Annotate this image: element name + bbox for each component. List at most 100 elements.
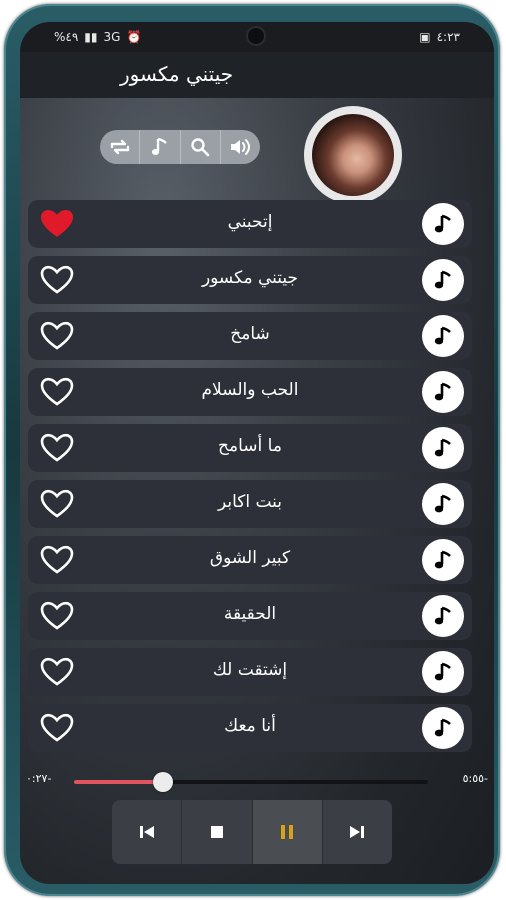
song-title: الحقيقة	[223, 604, 277, 624]
heart-outline-icon	[40, 545, 74, 574]
favorite-button[interactable]	[38, 432, 76, 464]
alarm-icon: ⏰	[126, 30, 142, 44]
notification-icon: ▣	[419, 30, 431, 44]
stop-icon	[210, 826, 223, 838]
play-song-button[interactable]	[422, 259, 464, 301]
play-song-button[interactable]	[422, 371, 464, 413]
list-item[interactable]: إتحبني	[28, 200, 472, 248]
transport-controls	[112, 800, 392, 864]
skip-previous-icon	[139, 826, 154, 838]
list-item[interactable]: إشتقت لك	[28, 648, 472, 696]
play-song-button[interactable]	[422, 203, 464, 245]
next-button[interactable]	[322, 800, 392, 864]
total-time: ٥:٥٥-	[462, 772, 488, 785]
song-title: الحب والسلام	[201, 380, 299, 400]
list-item[interactable]: أنا معك	[28, 704, 472, 752]
heart-outline-icon	[40, 321, 74, 350]
music-note-icon	[434, 550, 451, 569]
music-note-icon	[434, 606, 451, 625]
status-bar: %٤٩ ▮▮ 3G ⏰ ▣ ٤:٢٣	[20, 22, 494, 52]
favorite-button[interactable]	[38, 264, 76, 296]
front-camera	[248, 28, 264, 44]
song-title: شامخ	[230, 324, 270, 344]
battery-percent: %٤٩	[54, 30, 79, 44]
music-note-icon	[434, 494, 451, 513]
play-song-button[interactable]	[422, 651, 464, 693]
clock: ٤:٢٣	[436, 30, 460, 44]
favorite-button[interactable]	[38, 208, 76, 240]
status-right: ▣ ٤:٢٣	[419, 30, 460, 44]
list-item[interactable]: كبير الشوق	[28, 536, 472, 584]
volume-icon	[231, 139, 251, 155]
song-title: أنا معك	[224, 716, 276, 736]
play-song-button[interactable]	[422, 427, 464, 469]
list-item[interactable]: الحقيقة	[28, 592, 472, 640]
song-title: بنت اكابر	[217, 492, 283, 512]
song-title: إشتقت لك	[212, 660, 288, 680]
stop-button[interactable]	[182, 800, 253, 864]
favorite-button[interactable]	[38, 600, 76, 632]
list-item[interactable]: جيتني مكسور	[28, 256, 472, 304]
heart-outline-icon	[40, 657, 74, 686]
volume-button[interactable]	[221, 130, 260, 164]
signal-icon: ▮▮	[84, 30, 98, 44]
seek-track[interactable]	[74, 772, 428, 792]
heart-outline-icon	[40, 433, 74, 462]
skip-next-icon	[350, 826, 365, 838]
music-note-icon	[434, 270, 451, 289]
phone-frame: %٤٩ ▮▮ 3G ⏰ ▣ ٤:٢٣ جيتني مكسور إتحبني جي…	[4, 4, 500, 896]
album-art-frame	[304, 106, 402, 204]
app-bar: جيتني مكسور	[20, 52, 494, 98]
repeat-icon	[110, 139, 129, 155]
playlist: إتحبني جيتني مكسور شامخ الحب والسلام ما …	[28, 200, 472, 768]
page-title: جيتني مكسور	[120, 62, 234, 86]
music-note-icon	[151, 137, 167, 155]
seek-thumb[interactable]	[152, 772, 173, 792]
list-item[interactable]: الحب والسلام	[28, 368, 472, 416]
screen: %٤٩ ▮▮ 3G ⏰ ▣ ٤:٢٣ جيتني مكسور إتحبني جي…	[20, 22, 494, 884]
repeat-button[interactable]	[100, 130, 141, 164]
control-group	[100, 130, 260, 164]
list-item[interactable]: بنت اكابر	[28, 480, 472, 528]
music-note-icon	[434, 662, 451, 681]
music-note-icon	[434, 214, 451, 233]
music-note-icon	[434, 326, 451, 345]
play-song-button[interactable]	[422, 595, 464, 637]
song-title: جيتني مكسور	[201, 268, 299, 288]
pause-button[interactable]	[252, 800, 323, 864]
elapsed-time: ٠:٢٧-	[26, 772, 52, 785]
heart-outline-icon	[40, 489, 74, 518]
search-button[interactable]	[181, 130, 221, 164]
list-item[interactable]: ما أسامح	[28, 424, 472, 472]
status-left: %٤٩ ▮▮ 3G ⏰	[54, 30, 141, 44]
favorite-button[interactable]	[38, 320, 76, 352]
song-title: كبير الشوق	[209, 548, 291, 568]
seek-bar-area: ٠:٢٧- ٥:٥٥-	[20, 768, 494, 792]
network-type: 3G	[103, 30, 121, 44]
pause-icon	[281, 825, 294, 839]
music-note-icon	[434, 382, 451, 401]
favorite-button[interactable]	[38, 712, 76, 744]
favorite-button[interactable]	[38, 488, 76, 520]
heart-outline-icon	[40, 601, 74, 630]
favorite-button[interactable]	[38, 656, 76, 688]
favorite-button[interactable]	[38, 376, 76, 408]
heart-outline-icon	[40, 265, 74, 294]
song-title: إتحبني	[227, 212, 273, 232]
play-song-button[interactable]	[422, 539, 464, 581]
list-item[interactable]: شامخ	[28, 312, 472, 360]
play-song-button[interactable]	[422, 707, 464, 749]
song-title: ما أسامح	[218, 436, 282, 456]
music-note-icon	[434, 438, 451, 457]
seek-fill	[74, 780, 163, 784]
heart-filled-icon	[41, 210, 73, 237]
heart-outline-icon	[40, 377, 74, 406]
heart-outline-icon	[40, 713, 74, 742]
play-song-button[interactable]	[422, 315, 464, 357]
previous-button[interactable]	[112, 800, 183, 864]
music-button[interactable]	[140, 130, 181, 164]
search-icon	[191, 138, 210, 157]
favorite-button[interactable]	[38, 544, 76, 576]
album-art	[312, 114, 394, 196]
play-song-button[interactable]	[422, 483, 464, 525]
